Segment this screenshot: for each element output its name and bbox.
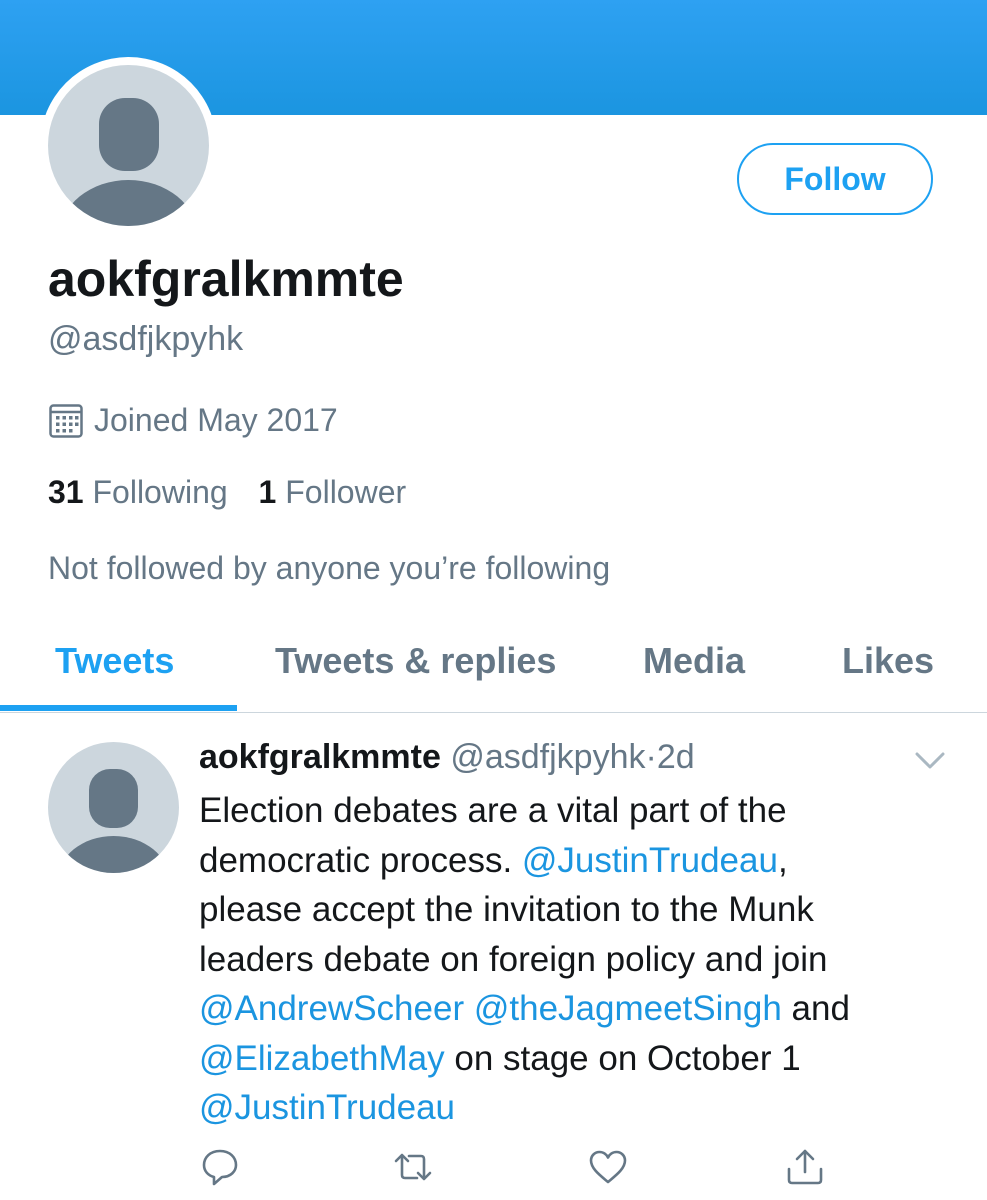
mention-link[interactable]: @JustinTrudeau xyxy=(522,841,778,880)
not-followed-notice: Not followed by anyone you’re following xyxy=(48,550,611,586)
joined-label: Joined May 2017 xyxy=(94,402,338,438)
default-avatar-icon xyxy=(60,98,197,226)
profile-avatar[interactable] xyxy=(40,57,217,234)
share-icon[interactable] xyxy=(785,1147,825,1187)
profile-display-name: aokfgralkmmte xyxy=(48,251,404,307)
profile-handle: @asdfjkpyhk xyxy=(48,320,244,358)
tweet-timestamp[interactable]: 2d xyxy=(657,738,695,776)
calendar-icon xyxy=(49,403,83,438)
followers-stat[interactable]: 1 Follower xyxy=(259,474,407,510)
tweet-text-part xyxy=(464,989,474,1028)
followers-label: Follower xyxy=(285,474,407,510)
tab-media[interactable]: Media xyxy=(643,612,745,710)
followers-count: 1 xyxy=(258,474,277,510)
active-tab-indicator xyxy=(0,705,237,711)
retweet-icon[interactable] xyxy=(393,1147,433,1187)
following-count: 31 xyxy=(48,474,84,510)
joined-date: Joined May 2017 xyxy=(48,402,338,439)
following-stat[interactable]: 31 Following xyxy=(48,474,228,510)
follow-button[interactable]: Follow xyxy=(737,143,933,215)
default-avatar-icon xyxy=(58,769,169,873)
heart-icon[interactable] xyxy=(588,1147,628,1187)
tweet-text-part: and xyxy=(791,989,850,1028)
tab-tweets-replies[interactable]: Tweets & replies xyxy=(275,612,556,710)
profile-stats: 31 Following 1 Follower xyxy=(48,474,428,511)
chevron-down-icon[interactable] xyxy=(913,748,947,772)
tab-tweets[interactable]: Tweets xyxy=(55,612,174,710)
tweet-avatar[interactable] xyxy=(48,742,179,873)
tweet-separator: · xyxy=(645,738,657,776)
mention-link[interactable]: @theJagmeetSingh xyxy=(474,989,782,1028)
mention-link[interactable]: @ElizabethMay xyxy=(199,1039,445,1078)
tweet-header: aokfgralkmmte @asdfjkpyhk·2d xyxy=(199,738,695,777)
tweet-author-handle[interactable]: @asdfjkpyhk xyxy=(450,738,645,776)
following-label: Following xyxy=(92,474,228,510)
profile-tabs: Tweets Tweets & replies Media Likes xyxy=(0,612,987,713)
tweet-author-name[interactable]: aokfgralkmmte xyxy=(199,738,441,776)
tweet-text-part: on stage on October 1 xyxy=(454,1038,801,1078)
mention-link[interactable]: @AndrewScheer xyxy=(199,989,464,1028)
tweet-text: Election debates are a vital part of the… xyxy=(199,786,939,1133)
tab-likes[interactable]: Likes xyxy=(842,612,934,710)
reply-icon[interactable] xyxy=(200,1147,240,1187)
mention-link[interactable]: @JustinTrudeau xyxy=(199,1088,455,1127)
